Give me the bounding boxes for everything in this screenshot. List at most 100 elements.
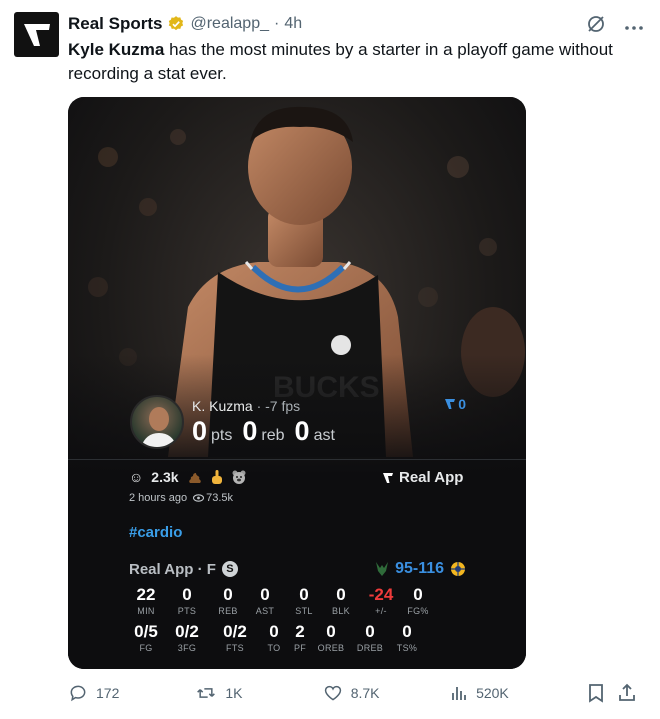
heart-icon [324, 685, 341, 701]
stat-cell: 0 FG% [403, 585, 433, 617]
stat-value: 0 [192, 415, 208, 446]
stat-value: 0/2 [175, 622, 199, 641]
stat-key: BLK [332, 606, 350, 616]
stat-cell: 0 REB [211, 585, 245, 617]
stat-value: 22 [136, 585, 156, 604]
repost-count: 1K [225, 685, 243, 701]
share-button[interactable] [617, 683, 646, 703]
stat-value: 0 [223, 585, 233, 604]
poop-emoji-icon [188, 473, 201, 483]
stat-cell: 0 PTS [163, 585, 211, 617]
stat-key: 3FG [177, 643, 197, 653]
analytics-icon [452, 687, 466, 700]
real-mini-logo-icon [445, 399, 456, 409]
hashtag-link[interactable]: #cardio [129, 524, 182, 541]
player-photo: BUCKS [68, 97, 526, 669]
stat-key: FG% [407, 606, 429, 616]
separator-dot: · [274, 15, 280, 32]
like-count: 8.7K [350, 685, 380, 701]
stat-value: 0 [365, 622, 375, 641]
tweet-action-bar: 172 1K 8.7K 520K [68, 683, 646, 703]
box-score-row-2: 0/5 FG 0/2 3FG 0/2 FTS 0 TO 2 PF 0 OREB 0 DREB … [129, 622, 449, 654]
player-avatar [130, 395, 184, 449]
bookmark-button[interactable] [587, 683, 616, 703]
reply-button[interactable]: 172 [68, 683, 195, 703]
box-score-row-1: 22 MIN 0 PTS 0 REB 0 AST 0 STL 0 BLK -24 +/- 0 F… [129, 585, 449, 617]
stat-label: pts [211, 426, 233, 444]
real-app-label: Real App [399, 469, 464, 486]
repost-button[interactable]: 1K [195, 683, 322, 703]
post-time[interactable]: 4h [284, 15, 302, 33]
stat-value: 0 [299, 585, 309, 604]
stat-cell: 0/2 FTS [211, 622, 259, 654]
score-count: 0 [458, 396, 466, 412]
view-count: 520K [476, 685, 509, 701]
like-button[interactable]: 8.7K [323, 683, 450, 703]
player-row[interactable]: K. Kuzma · -7 fps 0 pts 0 reb 0 ast [130, 395, 341, 449]
author-handle[interactable]: @realapp_ [190, 15, 269, 33]
stat-cell: 0 DREB [351, 622, 389, 654]
reply-icon [70, 685, 86, 702]
stat-cell: 0 TO [259, 622, 289, 654]
stat-value: 0 [326, 622, 336, 641]
stat-cell: 2 PF [289, 622, 311, 654]
stat-key: FG [139, 643, 153, 653]
views-button[interactable]: 520K [450, 684, 587, 702]
verified-badge-icon[interactable] [167, 15, 185, 33]
score-counter[interactable]: 0 [444, 396, 466, 412]
stat-key: DREB [356, 643, 384, 653]
eye-icon [193, 494, 205, 502]
stat-key: PF [293, 643, 307, 653]
pacers-logo-icon [451, 562, 465, 576]
stat-value: 0 [402, 622, 412, 641]
game-score: 95-116 [395, 560, 444, 577]
stat-value: 0 [260, 585, 270, 604]
real-logo-icon [23, 23, 50, 46]
stat-key: STL [295, 606, 313, 616]
stat-key: AST [255, 606, 275, 616]
account-avatar[interactable] [14, 12, 59, 57]
stat-label: ast [313, 426, 335, 444]
stat-label: reb [261, 426, 285, 444]
stat-value: 0 [336, 585, 346, 604]
stat-key: REB [218, 606, 238, 616]
media-card[interactable]: BUCKS K. Kuzma · -7 fps 0pts 0reb 0ast 0… [68, 97, 526, 669]
card-divider [68, 459, 526, 460]
stat-value: 0 [294, 415, 310, 446]
share-icon [618, 683, 635, 701]
stat-key: PTS [177, 606, 197, 616]
bear-emoji-icon [232, 470, 246, 484]
stat-value: 0 [242, 415, 258, 446]
stat-key: FTS [226, 643, 244, 653]
stat-cell: -24 +/- [359, 585, 403, 617]
stat-value: -24 [368, 585, 394, 604]
tweet-text: Kyle Kuzma has the most minutes by a sta… [68, 38, 638, 86]
stat-key: OREB [317, 643, 345, 653]
stat-value: 0/5 [134, 622, 158, 641]
status-badge: S [221, 561, 238, 577]
middle-finger-emoji-icon [211, 470, 222, 484]
author-name[interactable]: Real Sports [68, 14, 162, 34]
stat-value: 2 [295, 622, 305, 641]
reactions-row[interactable]: ☺ 2.3k [129, 469, 247, 485]
repost-icon [197, 688, 216, 698]
bucks-logo-icon [376, 562, 389, 576]
bookmark-icon [589, 684, 604, 703]
stat-key: MIN [137, 606, 155, 616]
player-fps: · -7 fps [252, 397, 301, 414]
tweet-header: Real Sports @realapp_ · 4h [68, 14, 302, 34]
stat-key: +/- [375, 606, 387, 616]
stat-key: TS% [396, 643, 418, 653]
stat-cell: 0 STL [285, 585, 323, 617]
stat-value: 0/2 [223, 622, 247, 641]
real-app-link[interactable]: Real App [382, 469, 463, 486]
more-options-icon[interactable] [624, 18, 644, 36]
reaction-count: 2.3k [151, 469, 179, 485]
stat-cell: 0 TS% [389, 622, 425, 654]
stat-cell: 0/2 3FG [163, 622, 211, 654]
card-views: 73.5k [206, 492, 234, 504]
stat-value: 0 [413, 585, 423, 604]
game-row[interactable]: Real App · F S 95-116 [129, 560, 466, 578]
grok-icon[interactable] [586, 14, 606, 39]
stat-cell: 0 AST [245, 585, 285, 617]
